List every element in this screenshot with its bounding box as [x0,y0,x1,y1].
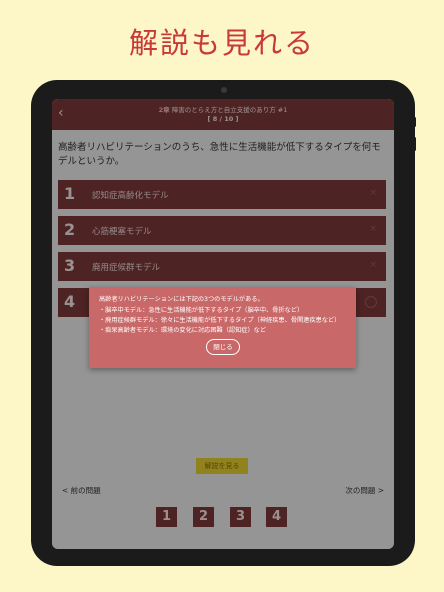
top-button [413,117,416,127]
tablet-frame: ‹ 2章 障害のとらえ方と自立支援のあり方 #1 [ 8 / 10 ] 高齢者リ… [31,80,415,566]
volume-button [413,137,416,151]
app-screen: ‹ 2章 障害のとらえ方と自立支援のあり方 #1 [ 8 / 10 ] 高齢者リ… [52,99,394,549]
promo-headline: 解説も見れる [128,26,315,60]
close-button[interactable]: 閉じる [206,339,240,355]
camera-dot [221,87,227,93]
popup-line-3: ・廃用症候群モデル：徐々に生活機能が低下するタイプ（神経疾患、骨関連疾患など） [99,317,341,324]
popup-line-2: ・脳卒中モデル：急性に生活機能が低下するタイプ（脳卒中、骨折など） [99,307,304,314]
popup-line-1: 高齢者リハビリテーションには下記の3つのモデルがある。 [99,296,264,303]
popup-line-4: ・痴呆高齢者モデル：環境の変化に対応困難（認知症）など [99,327,267,334]
explanation-popup: 高齢者リハビリテーションには下記の3つのモデルがある。 ・脳卒中モデル：急性に生… [89,287,356,368]
